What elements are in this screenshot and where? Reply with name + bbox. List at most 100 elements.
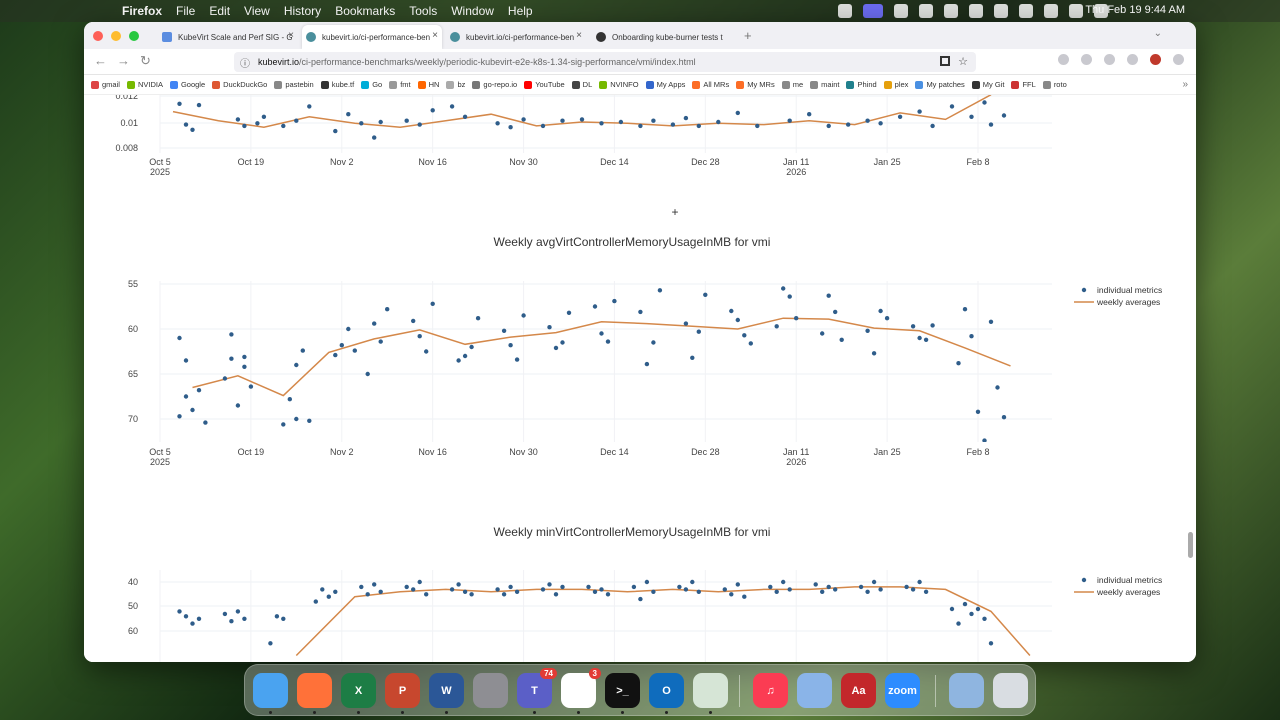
qr-code-icon[interactable]	[940, 56, 950, 66]
close-tab-icon[interactable]: ×	[432, 30, 438, 41]
menu-window[interactable]: Window	[451, 4, 494, 18]
bookmark-item[interactable]: HN	[417, 80, 439, 89]
menu-app-name[interactable]: Firefox	[122, 4, 162, 18]
bookmark-item[interactable]: My patches	[915, 80, 965, 89]
close-window-button[interactable]	[93, 31, 103, 41]
tab-1[interactable]: KubeVirt Scale and Perf SIG - G ×	[158, 25, 298, 49]
history-icon[interactable]	[1081, 54, 1092, 65]
bookmark-item[interactable]: Google	[169, 80, 205, 89]
dock-app-zoom[interactable]: zoom	[885, 673, 920, 708]
menu-file[interactable]: File	[176, 4, 195, 18]
metric-point	[638, 596, 643, 602]
close-tab-icon[interactable]: ×	[576, 30, 582, 41]
bookmark-item[interactable]: DuckDuckGo	[212, 80, 267, 89]
close-tab-icon[interactable]: ×	[288, 30, 294, 41]
bookmark-item[interactable]: bz	[446, 80, 465, 89]
dock-app-dictionary[interactable]: Aa	[841, 673, 876, 708]
status-icon-7[interactable]	[1019, 4, 1033, 18]
menu-bookmarks[interactable]: Bookmarks	[335, 4, 395, 18]
bookmark-item[interactable]: Phind	[846, 80, 877, 89]
search-icon[interactable]	[1069, 4, 1083, 18]
status-icon-3[interactable]	[919, 4, 933, 18]
status-icon-6[interactable]	[994, 4, 1008, 18]
metric-point	[462, 353, 468, 359]
metric-point	[352, 348, 357, 353]
dock-app-terminal[interactable]: >_	[605, 673, 640, 708]
bookmark-item[interactable]: All MRs	[692, 80, 729, 89]
extensions-icon[interactable]	[1127, 54, 1138, 65]
bookmark-item[interactable]: go-repo.io	[472, 80, 517, 89]
minimize-window-button[interactable]	[111, 31, 121, 41]
dock-app-teams[interactable]: T 74	[517, 668, 557, 708]
bookmark-item[interactable]: NVINFO	[599, 80, 639, 89]
bookmark-item[interactable]: FFL	[1011, 80, 1036, 89]
dock-app-maps[interactable]	[693, 673, 728, 708]
forward-arrow-icon[interactable]: →	[117, 53, 130, 68]
status-icon-1[interactable]	[838, 4, 852, 18]
downloads-icon[interactable]	[1058, 54, 1069, 65]
site-info-icon[interactable]: ⓘ	[240, 55, 250, 70]
dock-app-screen-sharing[interactable]	[797, 673, 832, 708]
status-icon-2[interactable]	[894, 4, 908, 18]
dock-app-finder[interactable]	[253, 673, 288, 708]
tab-2[interactable]: kubevirt.io/ci-performance-ben ×	[302, 25, 442, 49]
menu-history[interactable]: History	[284, 4, 321, 18]
metric-point	[917, 335, 922, 341]
new-tab-button[interactable]: +	[744, 28, 752, 43]
back-arrow-icon[interactable]: ←	[94, 53, 107, 68]
metric-point	[508, 584, 513, 590]
bookmark-item[interactable]: me	[781, 80, 803, 89]
bookmark-item[interactable]: DL	[571, 80, 592, 89]
dock-app-excel[interactable]: X	[341, 673, 376, 708]
bookmark-item[interactable]: Go	[361, 80, 382, 89]
legend-marker-individual	[1081, 287, 1087, 293]
menu-clock[interactable]: Thu Feb 19 9:44 AM	[1085, 4, 1185, 16]
reload-icon[interactable]: ↻	[140, 53, 151, 69]
bookmark-star-icon[interactable]: ☆	[958, 55, 968, 68]
bookmark-item[interactable]: maint	[810, 80, 839, 89]
dock-app-word[interactable]: W	[429, 673, 464, 708]
dock-app-firefox[interactable]	[297, 673, 332, 708]
dock-app-music[interactable]: ♫	[753, 673, 788, 708]
bookmark-item[interactable]: plex	[883, 80, 908, 89]
status-icon-4[interactable]	[944, 4, 958, 18]
screen-record-icon[interactable]	[863, 4, 883, 18]
bookmark-item[interactable]: YouTube	[524, 80, 565, 89]
menu-view[interactable]: View	[244, 4, 270, 18]
dock-app-trash[interactable]	[993, 673, 1028, 708]
metric-point	[417, 334, 422, 339]
wifi-icon[interactable]	[1044, 4, 1058, 18]
page-scrollbar[interactable]	[1188, 532, 1193, 558]
metric-point	[923, 337, 929, 342]
bookmarks-overflow-icon[interactable]: »	[1182, 79, 1188, 90]
bookmark-item[interactable]: gmail	[91, 80, 120, 89]
tab-4[interactable]: Onboarding kube-burner tests t	[592, 25, 738, 49]
dock-app-system-settings[interactable]	[473, 673, 508, 708]
tab-list-chevron-icon[interactable]: ⌄	[1154, 28, 1162, 39]
bookmark-item[interactable]: My Apps	[645, 80, 685, 89]
dock-app-outlook[interactable]: O	[649, 673, 684, 708]
status-icon-5[interactable]	[969, 4, 983, 18]
dock-app-downloads[interactable]	[949, 673, 984, 708]
bookmark-item[interactable]: fmt	[389, 80, 411, 89]
menu-edit[interactable]: Edit	[209, 4, 230, 18]
tab-3[interactable]: kubevirt.io/ci-performance-ben ×	[446, 25, 586, 49]
zoom-window-button[interactable]	[129, 31, 139, 41]
bookmark-item[interactable]: My Git	[971, 80, 1004, 89]
account-icon[interactable]	[1104, 54, 1115, 65]
metric-point	[949, 606, 955, 612]
menu-help[interactable]: Help	[508, 4, 533, 18]
dock-running-indicator	[313, 711, 316, 714]
bookmark-item[interactable]: pastebin	[274, 80, 314, 89]
dock-running-indicator	[357, 711, 360, 714]
bookmark-item[interactable]: NVIDIA	[126, 80, 163, 89]
menu-tools[interactable]: Tools	[409, 4, 437, 18]
bookmark-item[interactable]: My MRs	[736, 80, 775, 89]
dock-app-powerpoint[interactable]: P	[385, 673, 420, 708]
bookmark-item[interactable]: roto	[1042, 80, 1067, 89]
bookmark-item[interactable]: kube.tf	[320, 80, 354, 89]
dock-app-slack[interactable]: 3	[561, 668, 601, 708]
url-bar[interactable]: ⓘ kubevirt.io/ci-performance-benchmarks/…	[234, 52, 976, 72]
menu-icon[interactable]	[1173, 54, 1184, 65]
ublock-icon[interactable]	[1150, 54, 1161, 65]
